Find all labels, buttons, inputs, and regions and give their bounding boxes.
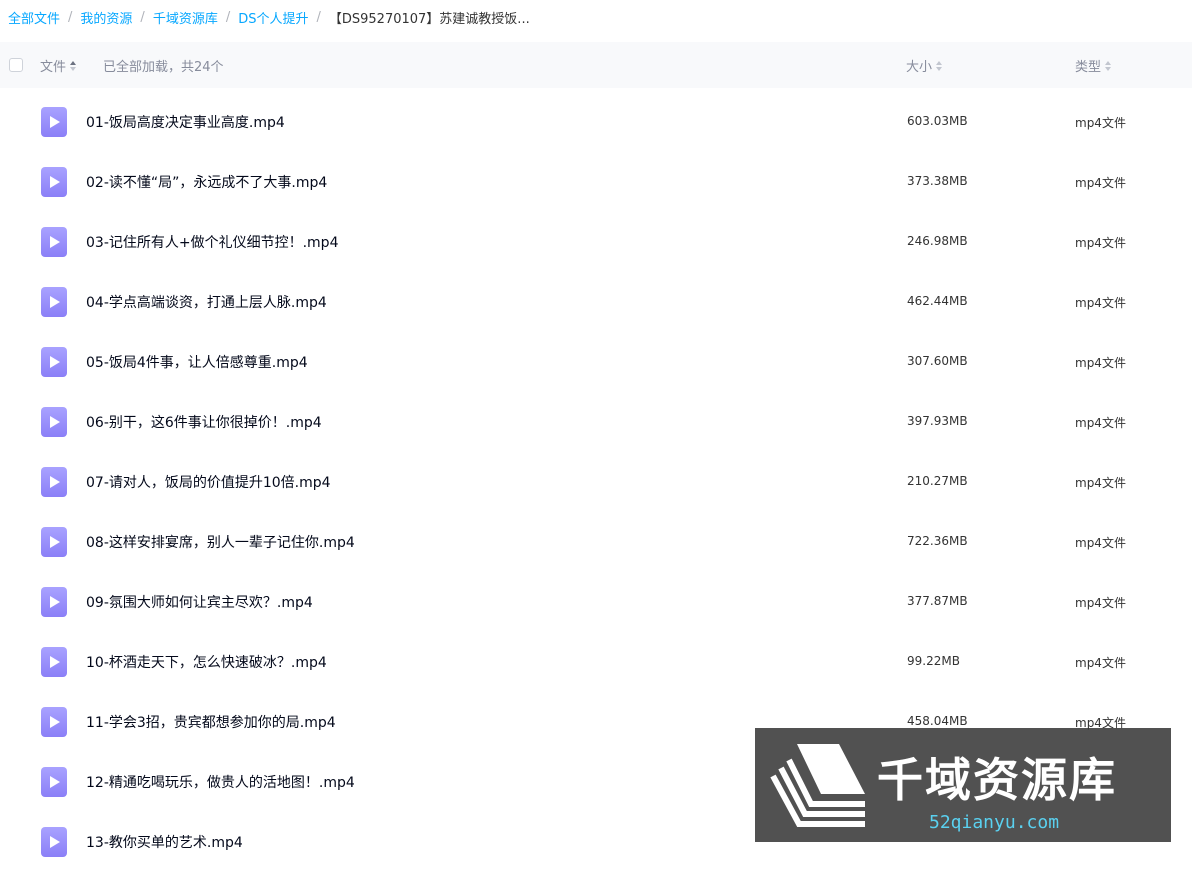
video-file-icon [41, 647, 67, 677]
file-type: mp4文件 [1075, 656, 1126, 670]
file-type: mp4文件 [1075, 416, 1126, 430]
breadcrumb-separator: / [140, 9, 145, 25]
video-file-icon [41, 527, 67, 557]
video-file-icon [41, 167, 67, 197]
file-row[interactable]: 10-杯酒走天下，怎么快速破冰？.mp4 99.22MB mp4文件 [0, 632, 1192, 692]
loaded-count-text: 已全部加载，共24个 [103, 60, 224, 75]
name-column-label: 文件 [40, 60, 67, 75]
stacked-pages-logo-icon [769, 742, 869, 832]
video-file-icon [41, 467, 67, 497]
breadcrumb-item-current-folder: 【DS95270107】苏建诚教授饭... [328, 11, 530, 27]
file-name[interactable]: 06-别干，这6件事让你很掉价！.mp4 [86, 412, 322, 432]
video-file-icon [41, 347, 67, 377]
file-name[interactable]: 08-这样安排宴席，别人一辈子记住你.mp4 [86, 532, 355, 552]
file-row[interactable]: 08-这样安排宴席，别人一辈子记住你.mp4 722.36MB mp4文件 [0, 512, 1192, 572]
breadcrumb-separator: / [68, 9, 73, 25]
file-size: 210.27MB [907, 474, 968, 488]
file-row[interactable]: 09-氛围大师如何让宾主尽欢？.mp4 377.87MB mp4文件 [0, 572, 1192, 632]
file-name[interactable]: 03-记住所有人+做个礼仪细节控！.mp4 [86, 232, 338, 252]
file-size: 462.44MB [907, 294, 968, 308]
file-type: mp4文件 [1075, 536, 1126, 550]
sort-icon [1105, 60, 1113, 72]
select-all-checkbox[interactable] [9, 58, 23, 72]
size-column-label: 大小 [906, 60, 933, 75]
file-size: 722.36MB [907, 534, 968, 548]
file-type: mp4文件 [1075, 296, 1126, 310]
file-name[interactable]: 10-杯酒走天下，怎么快速破冰？.mp4 [86, 652, 327, 672]
breadcrumb-separator: / [225, 9, 231, 25]
file-type: mp4文件 [1075, 176, 1126, 190]
file-row[interactable]: 06-别干，这6件事让你很掉价！.mp4 397.93MB mp4文件 [0, 392, 1192, 452]
sort-icon [936, 60, 944, 72]
file-row[interactable]: 04-学点高端谈资，打通上层人脉.mp4 462.44MB mp4文件 [0, 272, 1192, 332]
video-file-icon [41, 707, 67, 737]
file-name[interactable]: 04-学点高端谈资，打通上层人脉.mp4 [86, 292, 327, 312]
breadcrumb-item-my-resources[interactable]: 我的资源 [80, 8, 132, 27]
file-name[interactable]: 09-氛围大师如何让宾主尽欢？.mp4 [86, 592, 313, 612]
video-file-icon [41, 407, 67, 437]
type-column-label: 类型 [1075, 60, 1102, 75]
file-row[interactable]: 05-饭局4件事，让人倍感尊重.mp4 307.60MB mp4文件 [0, 332, 1192, 392]
file-row[interactable]: 01-饭局高度决定事业高度.mp4 603.03MB mp4文件 [0, 92, 1192, 152]
video-file-icon [41, 767, 67, 797]
file-size: 246.98MB [907, 234, 968, 248]
file-size: 377.87MB [907, 594, 968, 608]
file-row[interactable]: 07-请对人，饭局的价值提升10倍.mp4 210.27MB mp4文件 [0, 452, 1192, 512]
watermark-url: 52qianyu.com [929, 812, 1060, 833]
file-size: 307.60MB [907, 354, 968, 368]
file-name[interactable]: 05-饭局4件事，让人倍感尊重.mp4 [86, 352, 308, 372]
video-file-icon [41, 287, 67, 317]
file-name[interactable]: 01-饭局高度决定事业高度.mp4 [86, 112, 285, 132]
watermark-overlay: 千域资源库 52qianyu.com [755, 728, 1171, 842]
file-name[interactable]: 11-学会3招，贵宾都想参加你的局.mp4 [86, 712, 336, 732]
video-file-icon [41, 587, 67, 617]
file-size: 373.38MB [907, 174, 968, 188]
file-size: 397.93MB [907, 414, 968, 428]
file-size: 99.22MB [907, 654, 960, 668]
sort-icon [70, 60, 78, 72]
file-type: mp4文件 [1075, 116, 1126, 130]
file-name[interactable]: 07-请对人，饭局的价值提升10倍.mp4 [86, 472, 331, 492]
breadcrumb-item-ds-personal[interactable]: DS个人提升 [238, 8, 308, 27]
breadcrumb: 全部文件 / 我的资源 / 千域资源库 / DS个人提升 / 【DS952701… [8, 6, 530, 28]
breadcrumb-separator: / [316, 9, 321, 25]
file-type: mp4文件 [1075, 596, 1126, 610]
watermark-title: 千域资源库 [877, 753, 1117, 807]
file-size: 603.03MB [907, 114, 968, 128]
video-file-icon [41, 827, 67, 857]
name-column-header[interactable]: 文件 [40, 56, 78, 75]
file-size: 458.04MB [907, 714, 968, 728]
file-type: mp4文件 [1075, 356, 1126, 370]
file-browser-page: 全部文件 / 我的资源 / 千域资源库 / DS个人提升 / 【DS952701… [0, 0, 1192, 874]
type-column-header[interactable]: 类型 [1075, 56, 1113, 75]
video-file-icon [41, 227, 67, 257]
file-type: mp4文件 [1075, 236, 1126, 250]
file-name[interactable]: 12-精通吃喝玩乐，做贵人的活地图！.mp4 [86, 772, 355, 792]
file-row[interactable]: 02-读不懂“局”，永远成不了大事.mp4 373.38MB mp4文件 [0, 152, 1192, 212]
video-file-icon [41, 107, 67, 137]
file-name[interactable]: 02-读不懂“局”，永远成不了大事.mp4 [86, 172, 327, 192]
breadcrumb-item-qianyu-library[interactable]: 千域资源库 [153, 8, 218, 27]
file-list-header: 文件 已全部加载，共24个 大小 类型 [0, 42, 1192, 88]
file-type: mp4文件 [1075, 476, 1126, 490]
file-row[interactable]: 03-记住所有人+做个礼仪细节控！.mp4 246.98MB mp4文件 [0, 212, 1192, 272]
file-name[interactable]: 13-教你买单的艺术.mp4 [86, 832, 243, 852]
size-column-header[interactable]: 大小 [906, 56, 944, 75]
breadcrumb-item-all-files[interactable]: 全部文件 [8, 8, 60, 27]
